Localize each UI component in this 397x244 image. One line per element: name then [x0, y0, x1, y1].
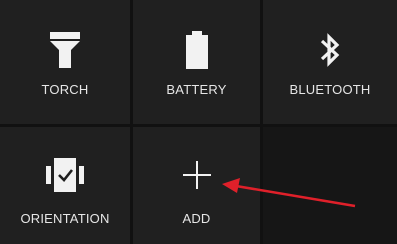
- tile-bluetooth[interactable]: BLUETOOTH: [263, 0, 397, 124]
- tile-orientation[interactable]: ORIENTATION: [0, 127, 130, 244]
- tile-label-torch: TORCH: [41, 82, 89, 97]
- tile-label-orientation: ORIENTATION: [20, 211, 110, 226]
- tile-label-bluetooth: BLUETOOTH: [289, 82, 371, 97]
- tile-battery[interactable]: BATTERY: [133, 0, 260, 124]
- torch-icon: [45, 30, 85, 70]
- tile-label-battery: BATTERY: [166, 82, 227, 97]
- plus-icon: [177, 155, 217, 195]
- tile-torch[interactable]: TORCH: [0, 0, 130, 124]
- bluetooth-icon: [310, 30, 350, 70]
- empty-tile-slot: [263, 127, 397, 244]
- battery-icon: [177, 30, 217, 70]
- orientation-lock-icon: [45, 155, 85, 195]
- tile-add[interactable]: ADD: [133, 127, 260, 244]
- tile-label-add: ADD: [182, 211, 211, 226]
- quick-settings-panel: TORCH BATTERY BLUETOOTH ORIENTATION ADD: [0, 0, 397, 244]
